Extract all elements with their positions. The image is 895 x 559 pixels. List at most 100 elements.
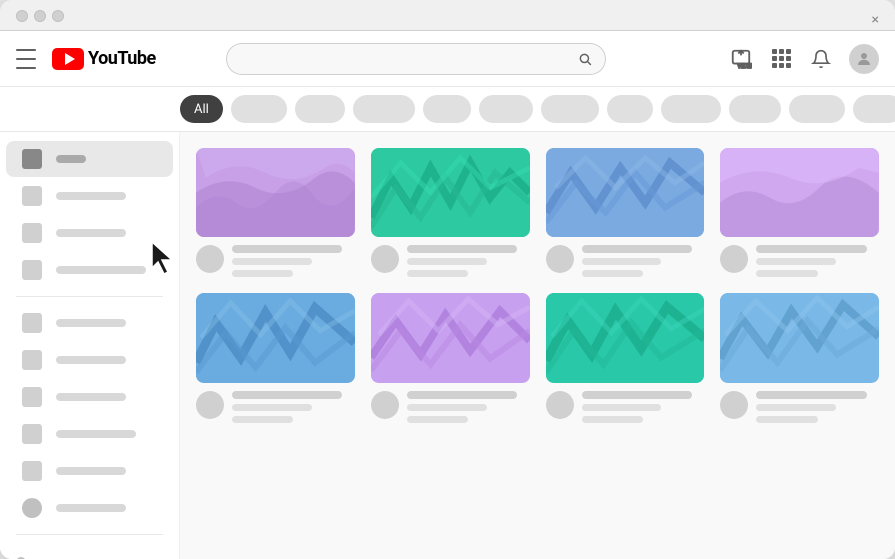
video-info-1: [232, 245, 355, 277]
video-card-7[interactable]: [546, 293, 705, 422]
maximize-traffic-light[interactable]: [52, 10, 64, 22]
video-avatar-2: [371, 245, 399, 273]
sidebar-bottom-item-1[interactable]: [16, 551, 163, 559]
video-meta-2: [371, 245, 530, 277]
svg-text:VIDEO: VIDEO: [737, 62, 752, 70]
video-card-6[interactable]: [371, 293, 530, 422]
video-thumbnail-6: [371, 293, 530, 382]
video-sub-3: [582, 258, 662, 265]
category-pill-10[interactable]: [789, 95, 845, 123]
video-card-5[interactable]: [196, 293, 355, 422]
close-button[interactable]: ×: [872, 12, 879, 28]
video-title-7: [582, 391, 692, 399]
video-meta-5: [196, 391, 355, 423]
chevron-down-icon: [22, 498, 42, 518]
category-pill-3[interactable]: [353, 95, 415, 123]
video-avatar-7: [546, 391, 574, 419]
sidebar-item-explore[interactable]: [6, 178, 173, 214]
sidebar-item-history[interactable]: [6, 342, 173, 378]
youtube-header: YouTube VIDEO: [0, 31, 895, 87]
category-pill-1[interactable]: [231, 95, 287, 123]
category-pill-4[interactable]: [423, 95, 471, 123]
category-pill-all[interactable]: All: [180, 95, 223, 123]
avatar[interactable]: [849, 44, 879, 74]
shorts-icon: [22, 223, 42, 243]
video-sub-2: [407, 258, 487, 265]
explore-icon: [22, 186, 42, 206]
video-sub2-2: [407, 270, 468, 277]
apps-grid-icon[interactable]: [769, 47, 793, 71]
video-avatar-8: [720, 391, 748, 419]
sidebar-item-show-more[interactable]: [6, 490, 173, 526]
youtube-app: YouTube VIDEO: [0, 31, 895, 559]
video-title-4: [756, 245, 866, 253]
minimize-traffic-light[interactable]: [34, 10, 46, 22]
video-avatar-4: [720, 245, 748, 273]
video-meta-1: [196, 245, 355, 277]
sidebar-item-home[interactable]: [6, 141, 173, 177]
category-pill-9[interactable]: [729, 95, 781, 123]
youtube-logo[interactable]: YouTube: [52, 48, 156, 70]
video-sub-4: [756, 258, 836, 265]
category-pill-8[interactable]: [661, 95, 721, 123]
video-card-4[interactable]: [720, 148, 879, 277]
video-avatar-5: [196, 391, 224, 419]
video-thumbnail-8: [720, 293, 879, 382]
video-sub-5: [232, 404, 312, 411]
sidebar-item-your-videos[interactable]: [6, 379, 173, 415]
video-card-1[interactable]: [196, 148, 355, 277]
upload-icon[interactable]: VIDEO: [729, 47, 753, 71]
category-pill-7[interactable]: [607, 95, 653, 123]
video-thumbnail-7: [546, 293, 705, 382]
video-card-8[interactable]: [720, 293, 879, 422]
video-info-5: [232, 391, 355, 423]
menu-icon[interactable]: [16, 49, 36, 69]
sidebar-item-library[interactable]: [6, 305, 173, 341]
notifications-icon[interactable]: [809, 47, 833, 71]
video-meta-6: [371, 391, 530, 423]
video-title-2: [407, 245, 517, 253]
search-button[interactable]: [566, 43, 606, 75]
close-traffic-light[interactable]: [16, 10, 28, 22]
header-actions: VIDEO: [729, 44, 879, 74]
video-title-3: [582, 245, 692, 253]
category-pill-2[interactable]: [295, 95, 345, 123]
categories-bar: All: [0, 87, 895, 132]
video-sub-7: [582, 404, 662, 411]
video-info-8: [756, 391, 879, 423]
youtube-logo-icon: [52, 48, 84, 70]
watch-later-icon: [22, 424, 42, 444]
history-icon: [22, 350, 42, 370]
video-grid: [196, 148, 879, 423]
video-meta-7: [546, 391, 705, 423]
clips-icon: [22, 461, 42, 481]
category-pill-5[interactable]: [479, 95, 533, 123]
video-sub2-1: [232, 270, 293, 277]
browser-chrome: ×: [0, 0, 895, 31]
video-title-1: [232, 245, 342, 253]
video-avatar-3: [546, 245, 574, 273]
video-meta-3: [546, 245, 705, 277]
search-input[interactable]: [226, 43, 566, 75]
video-sub2-5: [232, 416, 293, 423]
search-bar: [226, 43, 606, 75]
video-sub2-4: [756, 270, 817, 277]
video-info-2: [407, 245, 530, 277]
sidebar-bottom-section: [0, 543, 179, 559]
sidebar-item-clips[interactable]: [6, 453, 173, 489]
video-card-3[interactable]: [546, 148, 705, 277]
category-pill-11[interactable]: [853, 95, 895, 123]
sidebar-item-shorts[interactable]: [6, 215, 173, 251]
category-pill-6[interactable]: [541, 95, 599, 123]
traffic-lights: [16, 10, 64, 22]
body-wrapper: [0, 132, 895, 559]
video-card-2[interactable]: [371, 148, 530, 277]
video-sub2-7: [582, 416, 643, 423]
video-thumbnail-4: [720, 148, 879, 237]
video-sub2-6: [407, 416, 468, 423]
sidebar-divider-1: [16, 296, 163, 297]
sidebar-item-watch-later[interactable]: [6, 416, 173, 452]
sidebar-item-subscriptions[interactable]: [6, 252, 173, 288]
browser-window: × YouTube: [0, 0, 895, 559]
video-thumbnail-2: [371, 148, 530, 237]
